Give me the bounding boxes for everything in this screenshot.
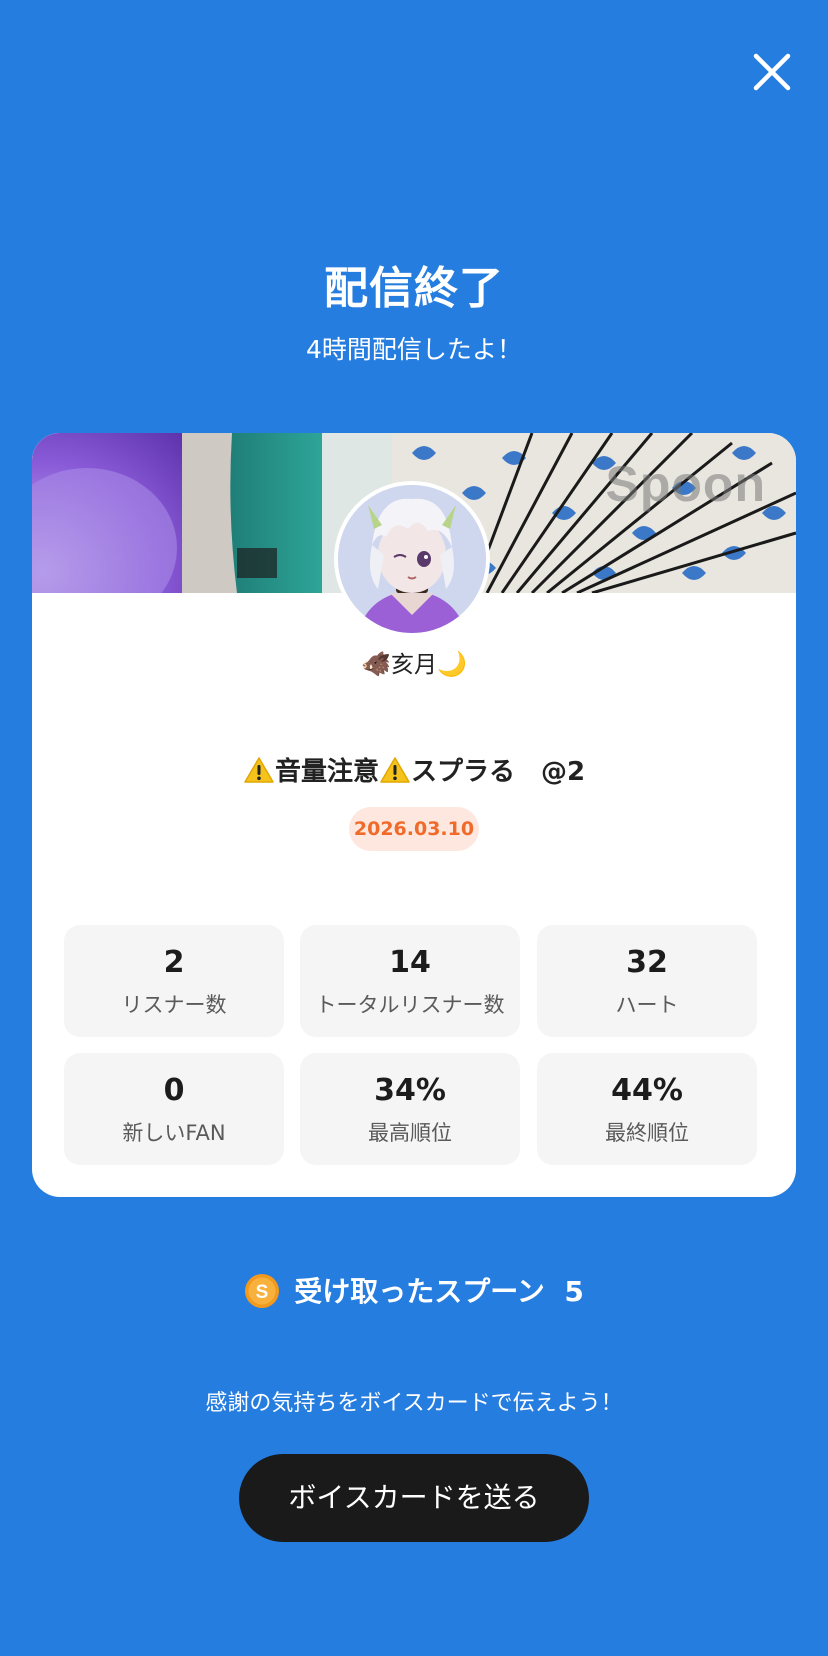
avatar-image bbox=[338, 485, 486, 633]
warning-icon bbox=[380, 757, 410, 783]
stat-value: 44% bbox=[611, 1073, 683, 1108]
stat-label: リスナー数 bbox=[121, 993, 227, 1017]
cast-title-part1: 音量注意 bbox=[274, 757, 379, 787]
warning-icon bbox=[244, 757, 274, 783]
stat-value: 2 bbox=[163, 945, 185, 980]
boar-emoji: 🐗 bbox=[361, 650, 391, 678]
stat-label: ハート bbox=[615, 993, 679, 1017]
svg-text:S: S bbox=[256, 1282, 269, 1303]
spoon-coin-icon: S bbox=[245, 1274, 280, 1308]
summary-card: Spoon 🐗亥月🌙 音量注意 スプラる @2 2026.03.10 2 リスナ… bbox=[32, 433, 796, 1197]
page-title: 配信終了 bbox=[324, 263, 504, 314]
cast-title: 音量注意 スプラる @2 bbox=[32, 751, 796, 788]
stat-label: 新しいFAN bbox=[122, 1121, 226, 1145]
spoons-label: 受け取ったスプーン bbox=[294, 1275, 545, 1308]
close-icon bbox=[753, 53, 791, 91]
stat-final-rank: 44% 最終順位 bbox=[537, 1053, 757, 1165]
moon-emoji: 🌙 bbox=[437, 650, 467, 678]
close-button[interactable] bbox=[748, 48, 796, 96]
stat-value: 32 bbox=[626, 945, 668, 980]
dj-name-text: 亥月 bbox=[391, 652, 437, 678]
avatar[interactable] bbox=[334, 481, 490, 637]
stat-value: 0 bbox=[163, 1073, 185, 1108]
stat-highest-rank: 34% 最高順位 bbox=[300, 1053, 520, 1165]
spoons-received: S 受け取ったスプーン 5 bbox=[0, 1270, 828, 1310]
spoons-count: 5 bbox=[564, 1275, 584, 1308]
stat-label: トータルリスナー数 bbox=[315, 993, 505, 1017]
stat-new-fans: 0 新しいFAN bbox=[64, 1053, 284, 1165]
date-badge: 2026.03.10 bbox=[349, 807, 479, 851]
send-voice-card-button[interactable]: ボイスカードを送る bbox=[239, 1454, 589, 1542]
stat-total-listeners: 14 トータルリスナー数 bbox=[300, 925, 520, 1037]
duration-subtitle: 4時間配信したよ！ bbox=[306, 335, 522, 364]
stat-label: 最終順位 bbox=[605, 1121, 689, 1145]
stat-listeners: 2 リスナー数 bbox=[64, 925, 284, 1037]
stat-value: 34% bbox=[374, 1073, 446, 1108]
dj-nickname: 🐗亥月🌙 bbox=[32, 645, 796, 679]
thanks-message: 感謝の気持ちをボイスカードで伝えよう！ bbox=[205, 1391, 623, 1416]
stat-value: 14 bbox=[389, 945, 431, 980]
cast-title-part2: スプラる @2 bbox=[410, 757, 586, 787]
spoon-watermark: Spoon bbox=[605, 456, 766, 512]
stat-label: 最高順位 bbox=[368, 1121, 452, 1145]
stat-hearts: 32 ハート bbox=[537, 925, 757, 1037]
